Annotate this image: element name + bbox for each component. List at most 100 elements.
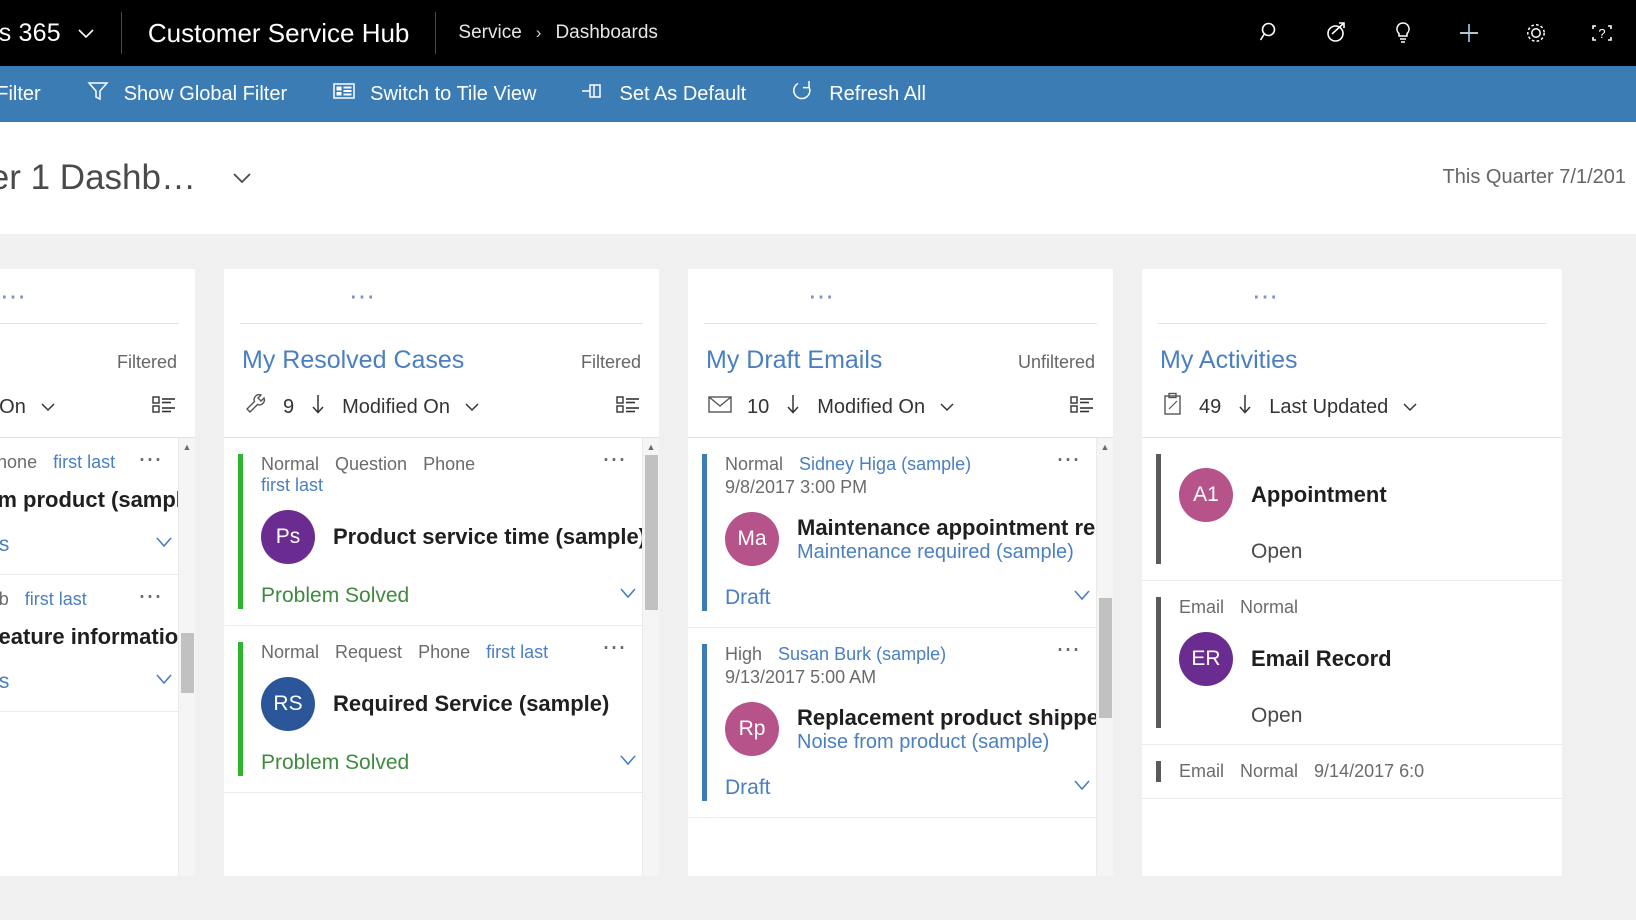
meta-recipient[interactable]: Sidney Higa (sample) [799, 454, 971, 475]
item-record: Product feature information … [0, 624, 185, 650]
assistant-lightbulb-icon[interactable] [1370, 0, 1436, 66]
meta-recipient[interactable]: Susan Burk (sample) [778, 644, 946, 665]
dashboard-selector-chevron-down-icon[interactable] [226, 162, 258, 194]
item-title[interactable]: Product feature information … [0, 624, 185, 650]
command-label: Refresh All [829, 82, 926, 105]
item-meta: High Susan Burk (sample) [725, 644, 1103, 665]
card-overflow-menu[interactable]: ⋯ [224, 269, 659, 323]
command-refresh-all[interactable]: Refresh All [768, 66, 948, 122]
item-subtitle[interactable]: Maintenance required (sample) [797, 541, 1103, 564]
meta-origin: Phone [423, 454, 476, 474]
app-launcher-dynamics365[interactable]: cs 365 [0, 0, 121, 66]
item-title[interactable]: Product service time (sample) [333, 524, 646, 550]
breadcrumb-root[interactable]: Service [458, 22, 521, 44]
vertical-scrollbar[interactable]: ▲ [642, 438, 659, 876]
meta-activity-type: Email [1179, 761, 1225, 781]
card-sort-selector[interactable]: Modified On [342, 396, 483, 419]
card-toolbar: 10 Modified On [688, 375, 1113, 437]
status-badge: Open [1251, 704, 1303, 727]
item-title[interactable]: Maintenance appointment re… [797, 515, 1103, 541]
scrollbar-thumb[interactable] [645, 455, 658, 610]
date-range-filter[interactable]: This Quarter 7/1/201 [1443, 166, 1626, 189]
command-show-global-filter[interactable]: Show Global Filter [63, 66, 309, 122]
command-visual-filter[interactable]: sual Filter [0, 66, 63, 122]
meta-customer[interactable]: first last [53, 452, 115, 473]
chevron-down-icon[interactable] [75, 22, 97, 44]
item-overflow-menu[interactable]: ⋯ [138, 448, 165, 472]
list-item[interactable]: equest Web first last Product feature in… [0, 575, 195, 712]
refresh-icon [790, 78, 816, 110]
expand-chevron-down-icon[interactable] [1067, 584, 1097, 611]
settings-gear-icon[interactable] [1503, 0, 1569, 66]
item-overflow-menu[interactable]: ⋯ [1056, 448, 1083, 472]
meta-customer[interactable]: first last [25, 589, 87, 610]
item-title[interactable]: Email Record [1251, 646, 1392, 672]
meta-case-type: Question [335, 454, 408, 474]
scroll-up-arrow-icon[interactable]: ▲ [1097, 438, 1113, 455]
page-title: ier 1 Dashb… [0, 157, 196, 197]
list-item[interactable]: Email Normal 9/14/2017 6:0 [1142, 745, 1562, 799]
list-view-icon[interactable] [151, 393, 177, 421]
list-view-icon[interactable] [1069, 393, 1095, 421]
list-item[interactable]: Normal Question Phone first last Ps Prod… [224, 438, 659, 626]
item-overflow-menu[interactable]: ⋯ [1056, 638, 1083, 662]
card-overflow-menu[interactable]: ⋯ [688, 269, 1113, 323]
scrollbar-thumb[interactable] [1099, 598, 1112, 718]
list-item[interactable]: Problem Phone first last Noise from prod… [0, 438, 195, 575]
item-title[interactable]: Noise from product (sample) [0, 487, 185, 513]
list-item[interactable]: Email Normal ER Email Record Open [1142, 581, 1562, 745]
meta-customer[interactable]: first last [486, 642, 548, 663]
item-subtitle[interactable]: Noise from product (sample) [797, 731, 1103, 754]
card-title[interactable]: My Activities [1160, 346, 1298, 375]
list-item[interactable]: A1 Appointment Open [1142, 438, 1562, 581]
card-overflow-menu[interactable]: ⋯ [0, 269, 195, 323]
advanced-find-icon[interactable] [1304, 0, 1370, 66]
meta-customer[interactable]: first last [261, 475, 323, 496]
item-title[interactable]: Replacement product shippe… [797, 705, 1103, 731]
expand-chevron-down-icon[interactable] [613, 749, 643, 776]
item-title[interactable]: Appointment [1251, 482, 1387, 508]
avatar: Rp [725, 702, 779, 756]
expand-chevron-down-icon[interactable] [149, 668, 179, 695]
item-overflow-menu[interactable]: ⋯ [602, 448, 629, 472]
meta-priority: Normal [1240, 761, 1299, 781]
sort-direction-icon[interactable] [1234, 391, 1256, 423]
list-item[interactable]: High Susan Burk (sample) 9/13/2017 5:00 … [688, 628, 1113, 818]
expand-chevron-down-icon[interactable] [1067, 774, 1097, 801]
item-title[interactable]: Required Service (sample) [333, 691, 609, 717]
hub-title[interactable]: Customer Service Hub [122, 0, 436, 66]
item-status-row: Problem Solved [261, 749, 649, 776]
card-title[interactable]: My Draft Emails [706, 346, 882, 375]
expand-chevron-down-icon[interactable] [149, 531, 179, 558]
list-view-icon[interactable] [615, 393, 641, 421]
card-sort-selector[interactable]: Modified On [817, 396, 958, 419]
command-set-as-default[interactable]: Set As Default [558, 66, 768, 122]
card-overflow-menu[interactable]: ⋯ [1142, 269, 1562, 323]
list-item[interactable]: Normal Sidney Higa (sample) 9/8/2017 3:0… [688, 438, 1113, 628]
sort-direction-icon[interactable] [307, 391, 329, 423]
card-sort-selector[interactable]: Last Updated [1269, 396, 1421, 419]
card-sort-selector[interactable]: Modified On [0, 396, 59, 419]
breadcrumb-current[interactable]: Dashboards [555, 22, 657, 44]
vertical-scrollbar[interactable]: ▲ [178, 438, 195, 876]
expand-chevron-down-icon[interactable] [613, 582, 643, 609]
sort-direction-icon[interactable] [782, 391, 804, 423]
help-icon[interactable]: ? [1569, 0, 1635, 66]
meta-priority: Normal [261, 642, 320, 662]
list-item[interactable]: Normal Request Phone first last RS Requi… [224, 626, 659, 793]
clipboard-icon [1160, 391, 1186, 423]
scrollbar-thumb[interactable] [181, 633, 194, 693]
scroll-up-arrow-icon[interactable]: ▲ [179, 438, 195, 455]
card-toolbar: Modified On [0, 375, 195, 437]
card-title[interactable]: My Resolved Cases [242, 346, 464, 375]
item-overflow-menu[interactable]: ⋯ [138, 585, 165, 609]
status-badge: Problem Solved [261, 750, 410, 774]
command-switch-to-tile-view[interactable]: Switch to Tile View [309, 66, 558, 122]
quick-create-icon[interactable] [1436, 0, 1502, 66]
search-icon[interactable] [1238, 0, 1304, 66]
vertical-scrollbar[interactable]: ▲ [1096, 438, 1113, 876]
scroll-up-arrow-icon[interactable]: ▲ [643, 438, 659, 455]
item-overflow-menu[interactable]: ⋯ [602, 636, 629, 660]
ellipsis-icon: ⋯ [1252, 281, 1281, 311]
